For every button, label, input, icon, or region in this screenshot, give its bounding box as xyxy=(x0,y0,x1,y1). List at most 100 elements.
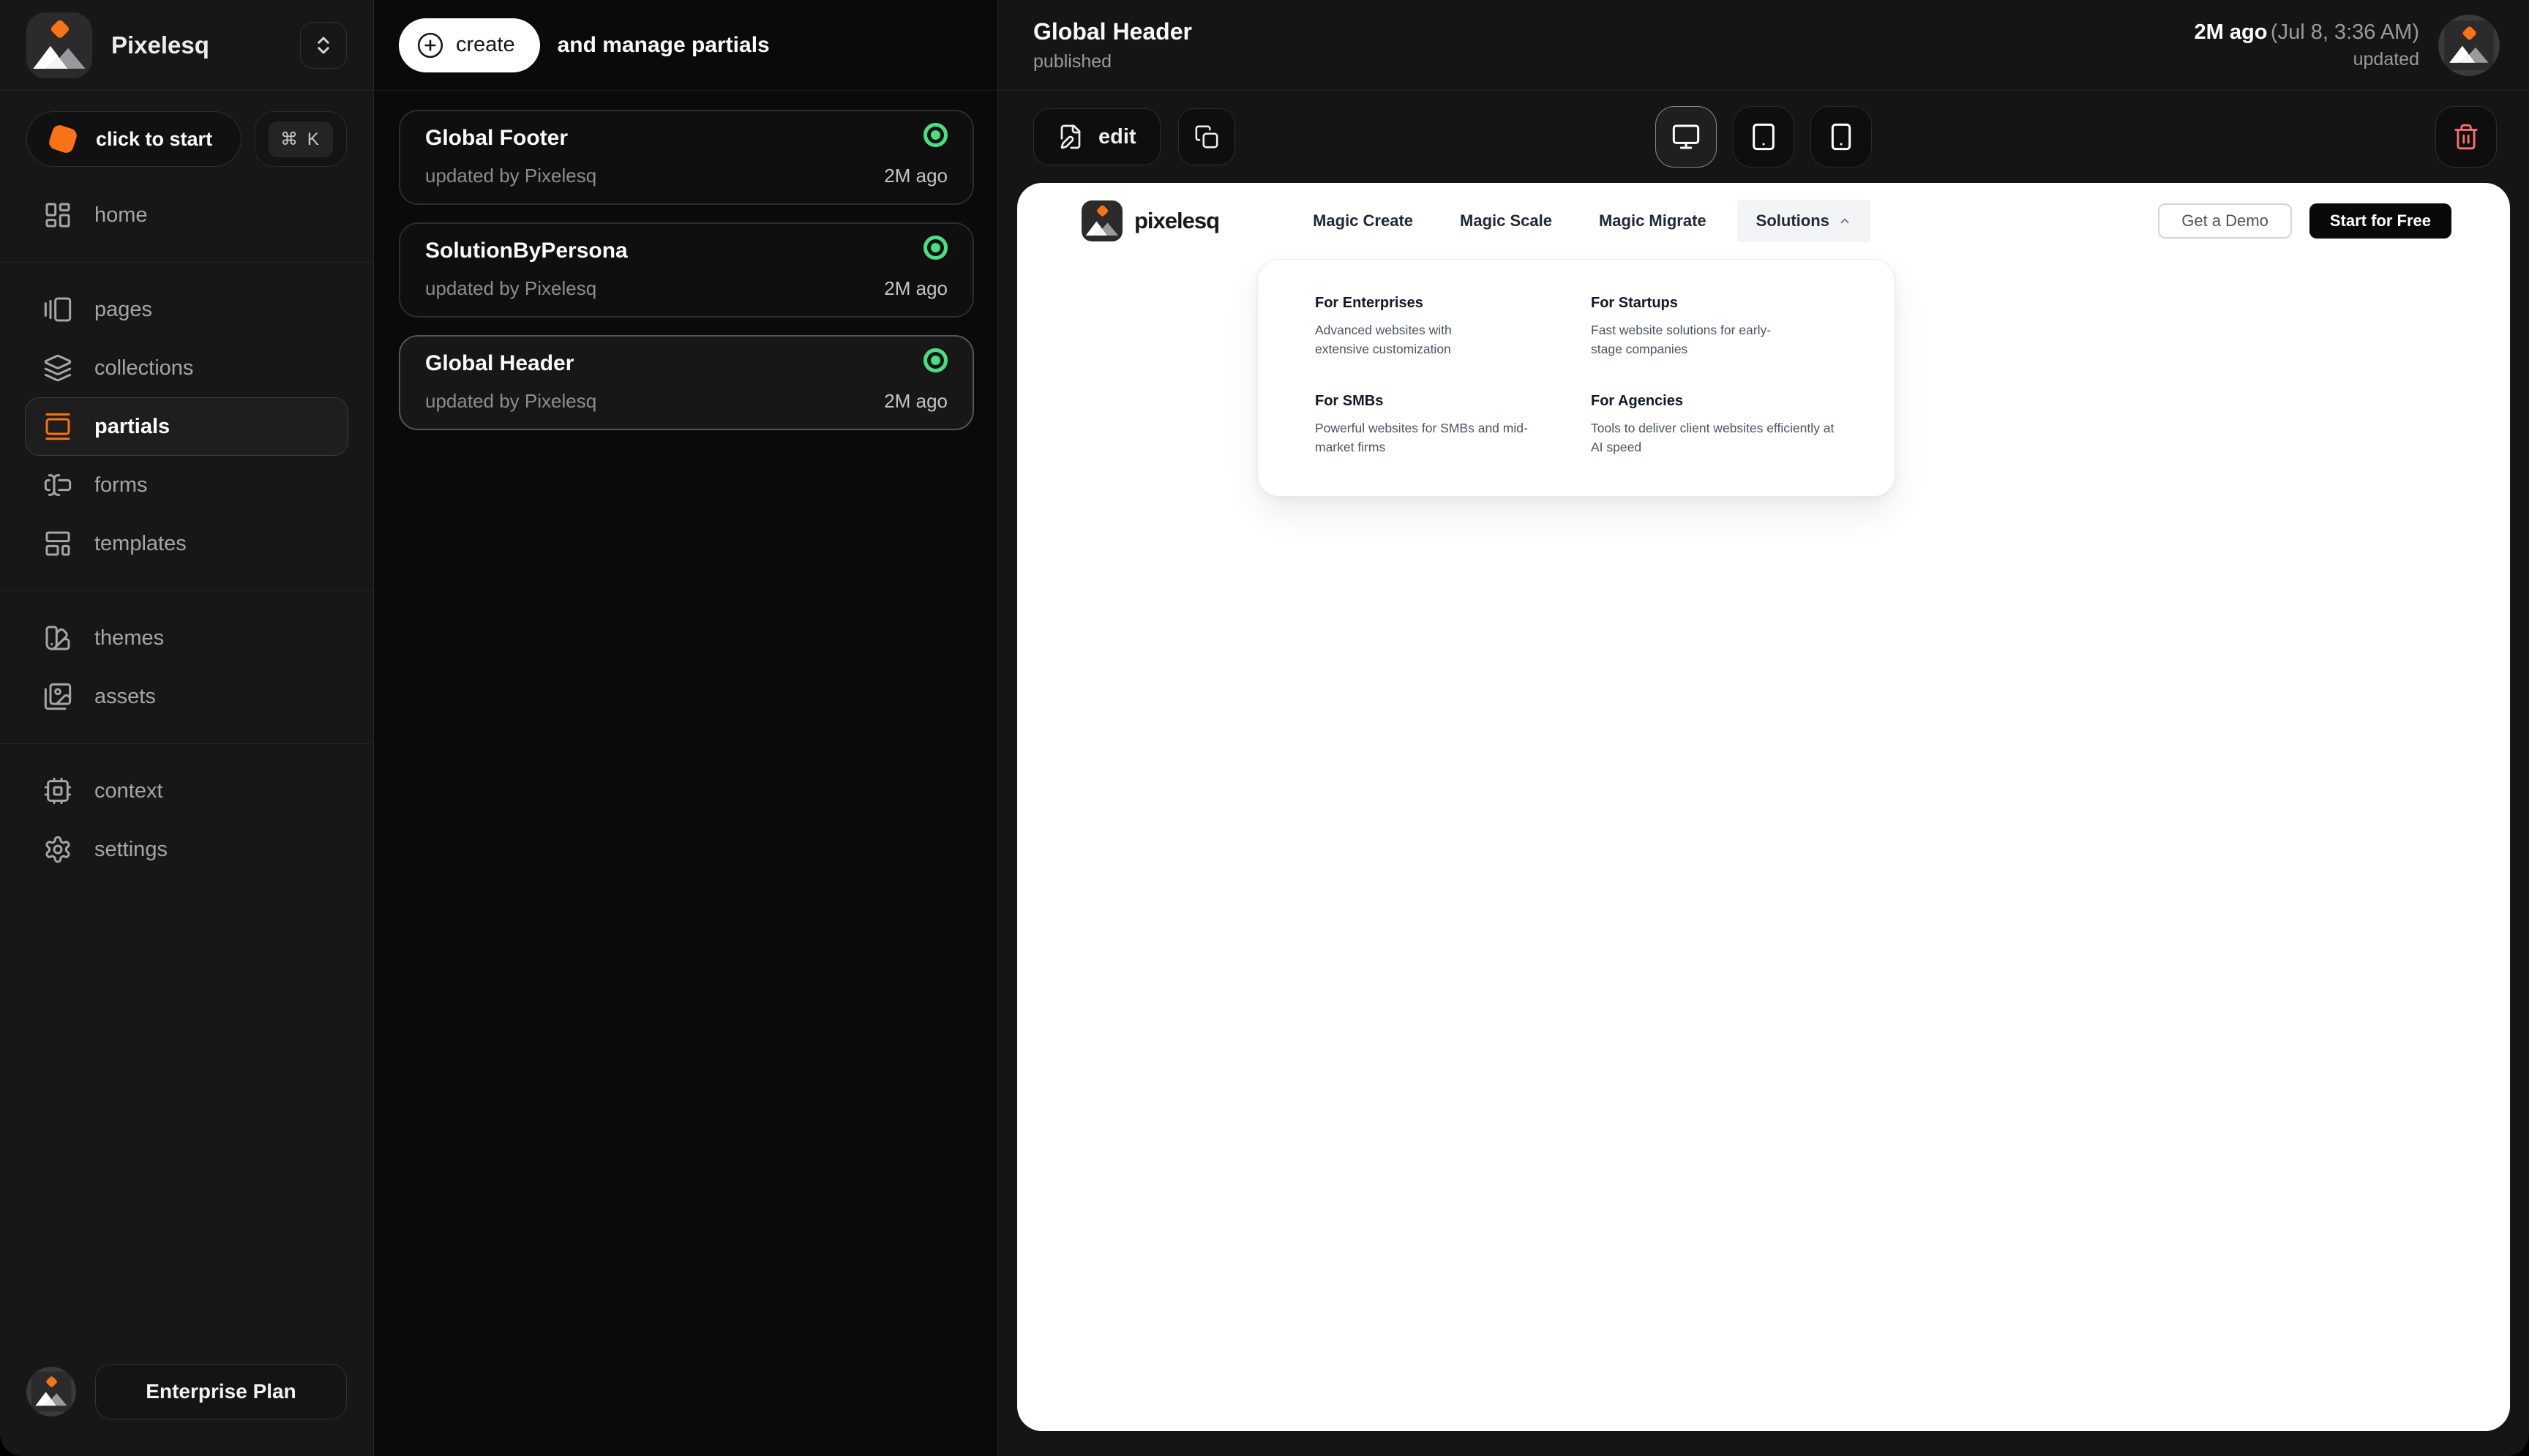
sidebar-item-settings[interactable]: settings xyxy=(25,820,348,879)
sidebar-item-pages[interactable]: pages xyxy=(25,280,348,339)
detail-header: Global Header published 2M ago (Jul 8, 3… xyxy=(998,0,2529,91)
sidebar-item-label: templates xyxy=(94,531,187,555)
assets-icon xyxy=(44,683,72,710)
workspace-header: Pixelesq xyxy=(0,0,373,91)
command-palette-row: click to start ⌘ K xyxy=(0,91,373,177)
panel-subtitle: and manage partials xyxy=(557,32,770,57)
sidebar-item-assets[interactable]: assets xyxy=(25,667,348,726)
diamond-icon xyxy=(47,123,79,155)
updated-ago: 2M ago xyxy=(884,277,948,299)
sidebar-item-home[interactable]: home xyxy=(25,186,348,244)
partials-list: Global Footer updated by Pixelesq 2M ago… xyxy=(374,91,997,448)
user-avatar[interactable] xyxy=(26,1367,76,1416)
desktop-view-button[interactable] xyxy=(1655,106,1717,168)
updated-timestamp: (Jul 8, 3:36 AM) xyxy=(2270,20,2419,44)
updated-ago: 2M ago xyxy=(884,165,948,187)
mobile-view-button[interactable] xyxy=(1810,106,1872,168)
dropdown-item-enterprises[interactable]: For Enterprises Advanced websites with e… xyxy=(1315,295,1562,359)
site-nav-magic-create[interactable]: Magic Create xyxy=(1289,211,1436,230)
preview-toolbar: edit xyxy=(998,91,2529,183)
dropdown-item-agencies[interactable]: For Agencies Tools to deliver client web… xyxy=(1591,393,1837,457)
sidebar-footer: Enterprise Plan xyxy=(0,1364,373,1456)
click-to-start-button[interactable]: click to start xyxy=(26,111,241,167)
copy-icon xyxy=(1195,125,1218,149)
edit-icon xyxy=(1060,124,1081,149)
home-icon xyxy=(45,203,70,228)
tablet-icon xyxy=(1753,123,1775,151)
partial-title: Global Footer xyxy=(425,126,568,150)
sidebar-nav: home pages collections partials forms te… xyxy=(0,177,373,1364)
plan-button[interactable]: Enterprise Plan xyxy=(95,1364,347,1419)
partials-icon xyxy=(45,413,70,440)
trash-icon xyxy=(2454,124,2478,150)
published-status-icon xyxy=(931,243,940,252)
forms-icon xyxy=(44,474,72,496)
updated-ago: 2M ago xyxy=(2194,20,2268,44)
sidebar-item-label: context xyxy=(94,778,163,803)
site-logo-icon xyxy=(1082,200,1123,241)
site-header: pixelesq Magic Create Magic Scale Magic … xyxy=(1017,183,2510,259)
divider xyxy=(0,743,373,744)
plus-circle-icon xyxy=(417,32,443,58)
divider xyxy=(0,590,373,591)
sidebar-item-context[interactable]: context xyxy=(25,762,348,820)
site-brand[interactable]: pixelesq xyxy=(1082,200,1220,241)
delete-button[interactable] xyxy=(2435,106,2497,168)
dropdown-item-startups[interactable]: For Startups Fast website solutions for … xyxy=(1591,295,1837,359)
dropdown-item-smbs[interactable]: For SMBs Powerful websites for SMBs and … xyxy=(1315,393,1562,457)
updated-by: updated by Pixelesq xyxy=(425,165,597,187)
cmd-k-shortcut: ⌘ K xyxy=(269,121,333,157)
start-for-free-button[interactable]: Start for Free xyxy=(2309,203,2451,239)
detail-title: Global Header xyxy=(1033,18,1192,45)
partial-card-global-footer[interactable]: Global Footer updated by Pixelesq 2M ago xyxy=(399,110,974,205)
collections-icon xyxy=(44,354,72,382)
themes-icon xyxy=(45,626,70,650)
published-status-icon xyxy=(931,356,940,365)
workspace-switcher-button[interactable] xyxy=(300,21,347,69)
partial-title: SolutionByPersona xyxy=(425,239,628,263)
device-toggle-group xyxy=(1655,106,1872,168)
sidebar-item-label: settings xyxy=(94,837,168,861)
templates-icon xyxy=(45,531,70,556)
sidebar-item-partials[interactable]: partials xyxy=(25,397,348,456)
updated-ago: 2M ago xyxy=(884,390,948,412)
create-partial-button[interactable]: create xyxy=(399,18,540,72)
sidebar: Pixelesq click to start ⌘ K home pages c… xyxy=(0,0,374,1456)
desktop-icon xyxy=(1672,124,1700,149)
updated-by: updated by Pixelesq xyxy=(425,277,597,299)
partial-card-global-header[interactable]: Global Header updated by Pixelesq 2M ago xyxy=(399,335,974,430)
sidebar-item-collections[interactable]: collections xyxy=(25,339,348,397)
edit-button[interactable]: edit xyxy=(1033,108,1161,165)
solutions-dropdown: For Enterprises Advanced websites with e… xyxy=(1257,259,1895,497)
sidebar-item-label: collections xyxy=(94,356,194,380)
site-nav-solutions[interactable]: Solutions xyxy=(1736,200,1870,242)
app-window: Pixelesq click to start ⌘ K home pages c… xyxy=(0,0,2529,1456)
divider xyxy=(0,262,373,263)
sidebar-item-forms[interactable]: forms xyxy=(25,456,348,514)
chevron-up-icon xyxy=(1840,218,1849,224)
partials-list-header: create and manage partials xyxy=(374,0,997,91)
site-nav-magic-scale[interactable]: Magic Scale xyxy=(1436,211,1576,230)
preview-canvas-wrap: pixelesq Magic Create Magic Scale Magic … xyxy=(998,183,2529,1456)
sidebar-item-label: assets xyxy=(94,684,156,708)
sidebar-item-templates[interactable]: templates xyxy=(25,514,348,573)
sidebar-item-label: pages xyxy=(94,297,153,321)
updated-by: updated by Pixelesq xyxy=(425,390,597,412)
updated-by-avatar[interactable] xyxy=(2438,14,2500,76)
sidebar-item-themes[interactable]: themes xyxy=(25,609,348,667)
site-nav-magic-migrate[interactable]: Magic Migrate xyxy=(1576,211,1730,230)
duplicate-button[interactable] xyxy=(1177,108,1235,165)
mobile-icon xyxy=(1831,123,1851,151)
site-brand-name: pixelesq xyxy=(1134,208,1220,233)
tablet-view-button[interactable] xyxy=(1733,106,1794,168)
site-actions: Get a Demo Start for Free xyxy=(2158,203,2451,239)
detail-meta: 2M ago (Jul 8, 3:36 AM) updated xyxy=(2194,14,2500,76)
sidebar-item-label: partials xyxy=(94,414,171,438)
shortcut-button[interactable]: ⌘ K xyxy=(255,111,347,167)
get-a-demo-button[interactable]: Get a Demo xyxy=(2158,203,2292,239)
pages-icon xyxy=(44,297,72,322)
site-nav: Magic Create Magic Scale Magic Migrate S… xyxy=(1289,200,1870,242)
sidebar-item-label: forms xyxy=(94,473,148,497)
workspace-name: Pixelesq xyxy=(111,31,209,59)
partial-card-solutionbypersona[interactable]: SolutionByPersona updated by Pixelesq 2M… xyxy=(399,222,974,318)
